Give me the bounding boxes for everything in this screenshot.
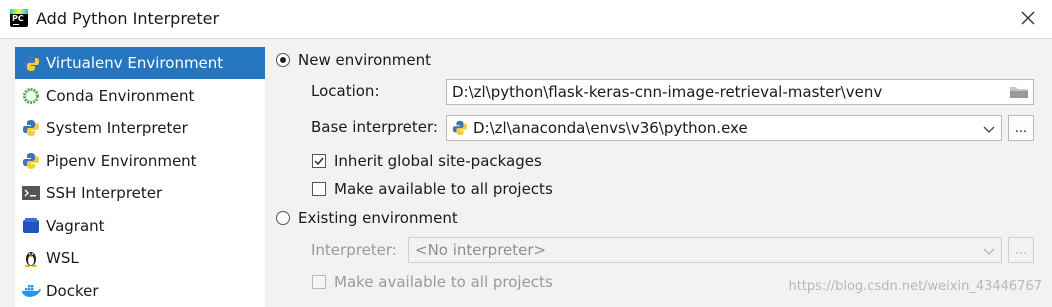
new-environment-option[interactable]: New environment [276, 51, 431, 69]
location-value: D:\zl\python\flask-keras-cnn-image-retri… [452, 83, 883, 101]
existing-interpreter-select[interactable]: <No interpreter> [408, 237, 1002, 263]
make-available-label: Make available to all projects [334, 180, 553, 198]
sidebar-item-label: Conda Environment [46, 87, 195, 105]
make-available-checkbox[interactable] [312, 182, 326, 196]
python-icon [21, 118, 41, 138]
sidebar-item-pipenv[interactable]: Pipenv Environment [15, 145, 265, 177]
title-bar: PC Add Python Interpreter [0, 0, 1052, 39]
docker-whale-icon [21, 281, 41, 301]
close-icon [1021, 11, 1035, 25]
python-virtualenv-icon [21, 53, 41, 73]
existing-interpreter-value: <No interpreter> [415, 241, 547, 259]
window-title: Add Python Interpreter [36, 9, 220, 28]
existing-make-available-label: Make available to all projects [334, 273, 553, 291]
new-environment-label: New environment [298, 51, 432, 69]
chevron-down-icon [983, 121, 995, 139]
location-field[interactable]: D:\zl\python\flask-keras-cnn-image-retri… [446, 79, 1034, 105]
existing-make-available-option[interactable]: Make available to all projects [312, 273, 553, 291]
sidebar-item-label: System Interpreter [46, 119, 188, 137]
chevron-down-icon [983, 243, 995, 261]
interpreter-settings-panel: New environment Location: D:\zl\python\f… [272, 47, 1052, 302]
make-available-option[interactable]: Make available to all projects [312, 180, 553, 198]
browse-folder-button[interactable] [1009, 84, 1029, 104]
pipenv-icon [21, 151, 41, 171]
sidebar-item-label: Pipenv Environment [46, 152, 197, 170]
location-label: Location: [311, 82, 380, 100]
existing-environment-label: Existing environment [298, 209, 458, 227]
sidebar-item-label: Docker [46, 282, 99, 300]
base-interpreter-label: Base interpreter: [311, 118, 438, 136]
checkmark-icon [314, 157, 324, 166]
sidebar-item-vagrant[interactable]: Vagrant [15, 210, 265, 242]
base-interpreter-value: D:\zl\anaconda\envs\v36\python.exe [473, 119, 748, 137]
sidebar-item-ssh[interactable]: SSH Interpreter [15, 177, 265, 209]
python-icon [452, 120, 468, 136]
sidebar-item-label: Vagrant [46, 217, 105, 235]
sidebar-item-virtualenv[interactable]: Virtualenv Environment [15, 47, 265, 79]
sidebar-item-label: SSH Interpreter [46, 184, 163, 202]
inherit-packages-checkbox[interactable] [312, 154, 326, 168]
inherit-packages-label: Inherit global site-packages [334, 152, 542, 170]
folder-icon [1010, 87, 1028, 98]
linux-penguin-icon [21, 248, 41, 268]
pycharm-logo-icon: PC [10, 9, 28, 27]
base-interpreter-browse-button[interactable]: ... [1008, 115, 1034, 141]
existing-environment-radio[interactable] [276, 211, 290, 225]
new-environment-radio[interactable] [276, 53, 290, 67]
sidebar-item-conda[interactable]: Conda Environment [15, 80, 265, 112]
vagrant-icon [21, 216, 41, 236]
sidebar-item-wsl[interactable]: WSL [15, 242, 265, 274]
interpreter-label: Interpreter: [311, 241, 397, 259]
existing-make-available-checkbox[interactable] [312, 275, 326, 289]
existing-environment-option[interactable]: Existing environment [276, 209, 458, 227]
base-interpreter-select[interactable]: D:\zl\anaconda\envs\v36\python.exe [446, 115, 1002, 141]
watermark: https://blog.csdn.net/weixin_43446767 [788, 279, 1042, 294]
sidebar-item-docker[interactable]: Docker [15, 275, 265, 307]
terminal-icon [21, 183, 41, 203]
inherit-packages-option[interactable]: Inherit global site-packages [312, 152, 542, 170]
sidebar-item-label: Virtualenv Environment [46, 54, 224, 72]
interpreter-type-list: Virtualenv Environment Conda Environment… [15, 47, 265, 307]
sidebar-item-label: WSL [46, 249, 79, 267]
existing-interpreter-browse-button[interactable]: ... [1008, 237, 1034, 263]
close-button[interactable] [1018, 8, 1038, 28]
conda-ring-icon [21, 86, 41, 106]
sidebar-item-system[interactable]: System Interpreter [15, 112, 265, 144]
